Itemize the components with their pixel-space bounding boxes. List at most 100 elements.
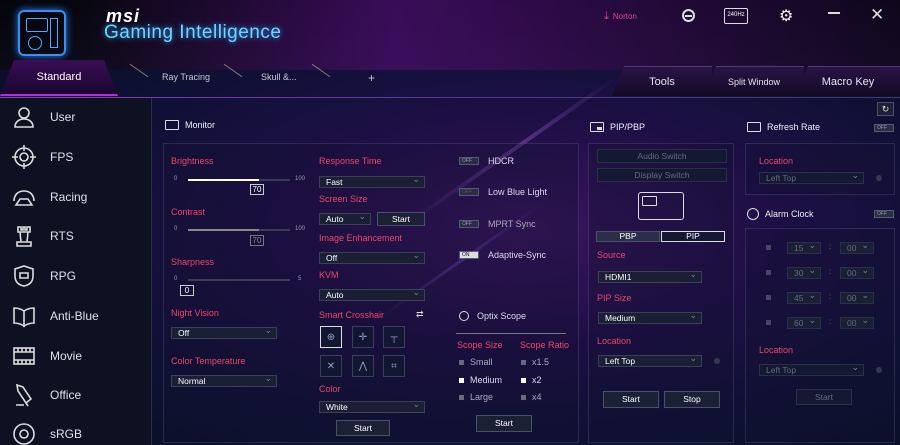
image-enhancement-select[interactable]: Off	[319, 250, 425, 264]
crosshair-style-4[interactable]: ✕	[320, 355, 342, 377]
pbp-button[interactable]: PBP	[596, 231, 660, 242]
scope-size-large[interactable]: Large	[459, 392, 493, 402]
low-blue-light-toggle[interactable]: OFF	[459, 188, 479, 196]
sharpness-slider[interactable]	[188, 279, 290, 281]
sidebar-item-movie[interactable]: Movie	[0, 338, 152, 374]
tab-standard[interactable]: Standard	[0, 60, 118, 96]
scope-ratio-x4[interactable]: x4	[521, 392, 542, 402]
alarm-clock-title: Alarm Clock	[747, 208, 814, 220]
night-vision-select[interactable]: Off	[171, 325, 277, 339]
no-sign-button[interactable]	[682, 9, 695, 22]
scope-ratio-x1-5[interactable]: x1.5	[521, 357, 549, 367]
crosshair-start-button[interactable]: Start	[336, 420, 390, 436]
kvm-select[interactable]: Auto	[319, 287, 425, 301]
source-label: Source	[597, 250, 626, 260]
alarm-clock-panel	[745, 228, 895, 443]
optix-start-button[interactable]: Start	[476, 415, 532, 432]
alarm-clock-label: Alarm Clock	[765, 209, 814, 219]
alarm-minutes-select[interactable]: 30	[787, 265, 821, 279]
option-label: x2	[532, 375, 542, 385]
sidebar-item-label: RPG	[50, 269, 77, 283]
tab-ray-tracing[interactable]: Ray Tracing	[162, 72, 210, 82]
audio-switch-button[interactable]: Audio Switch	[597, 149, 727, 163]
pip-button[interactable]: PIP	[661, 231, 725, 242]
sidebar-item-label: User	[50, 110, 76, 124]
refresh-rate-button[interactable]: 240Hz	[724, 8, 748, 24]
alarm-checkbox[interactable]	[766, 320, 771, 325]
sidebar-item-anti-blue[interactable]: Anti-Blue	[0, 298, 152, 334]
sidebar-item-srgb[interactable]: sRGB	[0, 416, 152, 445]
alarm-seconds-select[interactable]: 00	[840, 240, 874, 254]
tab-skull[interactable]: Skull &...	[261, 72, 297, 82]
display-switch-button[interactable]: Display Switch	[597, 168, 727, 182]
hdcr-toggle[interactable]: OFF	[459, 157, 479, 165]
screen-size-select[interactable]: Auto	[319, 211, 371, 225]
sidebar-item-label: Movie	[50, 349, 83, 363]
brightness-value[interactable]: 70	[250, 184, 264, 195]
sidebar-item-rpg[interactable]: RPG	[0, 258, 152, 294]
color-temperature-select[interactable]: Normal	[171, 373, 277, 387]
tab-macro-key[interactable]: Macro Key	[796, 66, 900, 96]
contrast-value[interactable]: 70	[250, 235, 264, 246]
response-time-select[interactable]: Fast	[319, 174, 425, 188]
crosshair-icon	[12, 145, 36, 169]
alarm-start-button[interactable]: Start	[796, 389, 852, 405]
refresh-location-select[interactable]: Left Top	[759, 170, 864, 184]
screen-size-start-button[interactable]: Start	[377, 212, 425, 226]
sharpness-value[interactable]: 0	[180, 285, 194, 296]
alarm-clock-toggle[interactable]: OFF	[874, 210, 894, 218]
pip-location-select[interactable]: Left Top	[598, 353, 702, 367]
tab-divider	[129, 63, 149, 78]
adaptive-sync-toggle[interactable]: ON	[459, 251, 479, 259]
add-tab-button[interactable]: +	[368, 71, 375, 85]
brightness-slider[interactable]	[188, 179, 290, 181]
mprt-sync-toggle[interactable]: OFF	[459, 220, 479, 228]
sidebar-item-fps[interactable]: FPS	[0, 139, 152, 175]
close-icon[interactable]: ✕	[870, 5, 884, 25]
crosshair-style-3[interactable]: ┬	[383, 326, 405, 348]
pip-size-select[interactable]: Medium	[598, 310, 702, 324]
alarm-location-select[interactable]: Left Top	[759, 362, 864, 376]
scope-size-small[interactable]: Small	[459, 357, 493, 367]
crosshair-style-5[interactable]: ⋀	[352, 355, 374, 377]
sidebar-item-user[interactable]: User	[0, 99, 152, 135]
minimize-icon	[828, 12, 840, 14]
alarm-checkbox[interactable]	[766, 295, 771, 300]
sidebar-item-label: RTS	[50, 229, 74, 243]
crosshair-style-6[interactable]: ⌗	[383, 355, 405, 377]
crosshair-link-icon[interactable]: ⇄	[416, 309, 434, 319]
book-icon	[13, 307, 35, 328]
alarm-minutes-select[interactable]: 45	[787, 290, 821, 304]
crosshair-style-1[interactable]: ⊕	[320, 326, 342, 348]
sidebar-item-racing[interactable]: Racing	[0, 179, 152, 215]
refresh-rate-toggle[interactable]: OFF	[874, 124, 894, 132]
color-select[interactable]: White	[319, 399, 425, 413]
contrast-slider[interactable]	[188, 229, 290, 231]
sidebar-item-rts[interactable]: RTS	[0, 218, 152, 254]
source-select[interactable]: HDMI1	[598, 269, 702, 283]
alarm-seconds-select[interactable]: 00	[840, 265, 874, 279]
scope-size-medium[interactable]: Medium	[459, 375, 502, 385]
pip-size-label: PIP Size	[597, 293, 632, 303]
sidebar-item-office[interactable]: Office	[0, 377, 152, 413]
tab-tools[interactable]: Tools	[612, 66, 712, 96]
alarm-seconds-select[interactable]: 00	[840, 290, 874, 304]
alarm-checkbox[interactable]	[766, 270, 771, 275]
tab-split-window[interactable]: Split Window	[704, 66, 804, 96]
position-dot-icon	[876, 367, 882, 373]
display-switch-label: Display Switch	[634, 170, 690, 180]
alarm-checkbox[interactable]	[766, 245, 771, 250]
refresh-icon[interactable]: ↻	[877, 102, 894, 116]
scope-ratio-x2[interactable]: x2	[521, 375, 542, 385]
pip-stop-button[interactable]: Stop	[664, 391, 720, 408]
sidebar-item-label: Anti-Blue	[50, 309, 99, 323]
alarm-seconds-select[interactable]: 00	[840, 315, 874, 329]
pip-start-button[interactable]: Start	[603, 391, 659, 408]
alarm-minutes-select[interactable]: 15	[787, 240, 821, 254]
crosshair-style-2[interactable]: ✛	[352, 326, 374, 348]
gear-icon[interactable]: ⚙	[779, 6, 793, 26]
alarm-minutes-select[interactable]: 60	[787, 315, 821, 329]
minimize-button[interactable]	[828, 12, 840, 14]
window-icon	[747, 122, 761, 132]
norton-button[interactable]: ⤓ Norton	[604, 10, 637, 23]
